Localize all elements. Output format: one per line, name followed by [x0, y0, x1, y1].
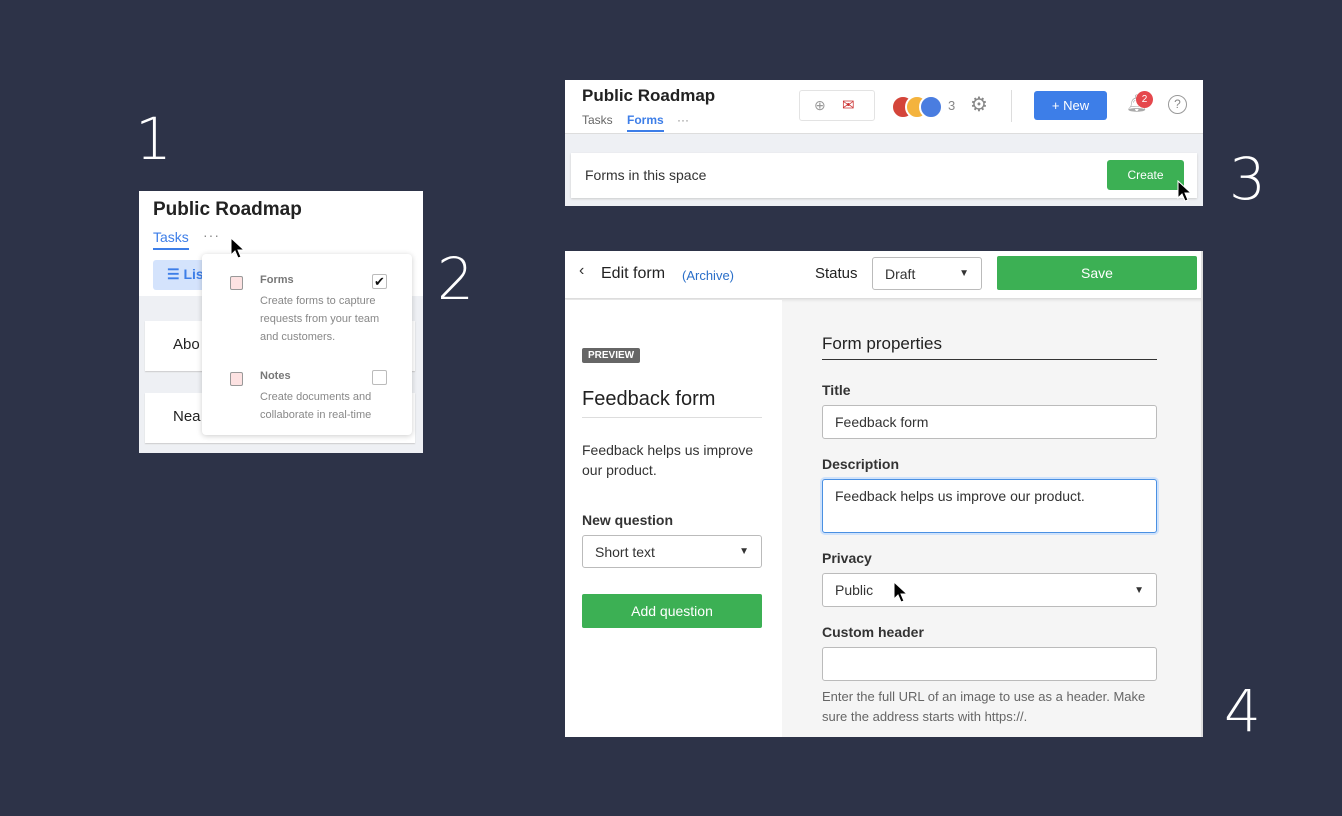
step-number-3: 3	[1229, 145, 1266, 213]
tab-forms[interactable]: Forms	[627, 113, 664, 132]
edit-form-toolbar: ‹ Edit form (Archive) Status Draft ▼ Save	[565, 251, 1201, 299]
mouse-cursor-icon	[1177, 180, 1193, 202]
new-question-label: New question	[582, 512, 674, 528]
save-button[interactable]: Save	[997, 256, 1197, 290]
menu-item-label: Forms	[260, 274, 294, 286]
panel-edit-form: ‹ Edit form (Archive) Status Draft ▼ Save…	[565, 251, 1203, 737]
title-input[interactable]: Feedback form	[822, 405, 1157, 439]
description-value: Feedback helps us improve our product.	[835, 488, 1085, 504]
preview-badge: PREVIEW	[582, 348, 641, 363]
step-number-4: 4	[1224, 677, 1261, 745]
help-icon[interactable]: ?	[1168, 95, 1187, 114]
list-label: Lis	[183, 266, 204, 282]
list-icon: ☰	[167, 266, 184, 282]
add-question-button[interactable]: Add question	[582, 594, 762, 628]
divider	[1011, 90, 1012, 122]
member-count: 3	[948, 98, 956, 113]
privacy-select[interactable]: Public ▼	[822, 573, 1157, 607]
tab-tasks[interactable]: Tasks	[582, 113, 613, 127]
avatar[interactable]	[919, 95, 943, 119]
privacy-label: Privacy	[822, 550, 872, 566]
description-label: Description	[822, 456, 900, 472]
title-label: Title	[822, 382, 851, 398]
notification-badge: 2	[1136, 91, 1153, 108]
preview-description: Feedback helps us improve our product.	[582, 442, 754, 478]
add-circle-icon[interactable]: ⊕	[814, 97, 826, 114]
forms-checkbox[interactable]: ✔	[372, 274, 387, 289]
chevron-down-icon: ▼	[959, 268, 969, 279]
create-button[interactable]: Create	[1107, 160, 1184, 190]
section-label: Forms in this space	[585, 167, 707, 183]
custom-header-help: Enter the full URL of an image to use as…	[822, 689, 1146, 724]
quick-actions: ⊕ ✉	[799, 90, 875, 121]
step-number-1: 1	[135, 105, 172, 173]
question-type-value: Short text	[595, 543, 655, 560]
archive-link[interactable]: (Archive)	[682, 268, 734, 283]
menu-item-description: Create forms to capture requests from yo…	[260, 295, 380, 343]
menu-item-label: Notes	[260, 370, 291, 382]
description-textarea[interactable]: Feedback helps us improve our product.	[822, 479, 1157, 533]
new-button[interactable]: + New	[1034, 91, 1107, 120]
mail-icon[interactable]: ✉	[842, 96, 855, 114]
more-tabs-button[interactable]: ···	[203, 227, 220, 243]
step-number-2: 2	[437, 245, 474, 313]
menu-item-description: Create documents and collaborate in real…	[260, 391, 372, 421]
status-value: Draft	[885, 265, 916, 282]
notes-checkbox[interactable]	[372, 370, 387, 385]
panel-add-app-menu: Public Roadmap Tasks ··· ☰ Lis Abo Nea F…	[139, 191, 423, 453]
clipboard-icon	[230, 276, 243, 290]
space-title: Public Roadmap	[582, 86, 716, 105]
title-value: Feedback form	[835, 414, 929, 430]
form-preview: PREVIEW Feedback form Feedback helps us …	[565, 300, 782, 737]
mouse-cursor-icon	[230, 237, 246, 259]
edit-form-title[interactable]: Edit form	[601, 265, 665, 283]
apps-dropdown: Forms Create forms to capture requests f…	[202, 254, 412, 435]
status-select[interactable]: Draft ▼	[872, 257, 982, 290]
panel-forms-space: Public Roadmap Tasks Forms ··· ⊕ ✉ 3 ⚙ +…	[565, 80, 1203, 206]
privacy-value: Public	[835, 582, 874, 598]
forms-section: Forms in this space Create	[571, 153, 1197, 198]
tab-tasks[interactable]: Tasks	[153, 229, 189, 250]
space-title: Public Roadmap	[153, 199, 302, 220]
custom-header-label: Custom header	[822, 624, 924, 640]
document-icon	[230, 372, 243, 386]
gear-icon[interactable]: ⚙	[970, 92, 988, 117]
mouse-cursor-icon	[893, 581, 909, 603]
status-label: Status	[815, 265, 858, 282]
question-type-select[interactable]: Short text ▼	[582, 535, 762, 568]
space-header: Public Roadmap Tasks Forms ··· ⊕ ✉ 3 ⚙ +…	[565, 80, 1203, 134]
chevron-down-icon: ▼	[1134, 584, 1144, 596]
chevron-down-icon: ▼	[739, 546, 749, 557]
form-properties-heading: Form properties	[822, 334, 1157, 360]
back-chevron-icon[interactable]: ‹	[579, 262, 584, 280]
custom-header-input[interactable]	[822, 647, 1157, 681]
more-tabs-button[interactable]: ···	[677, 113, 689, 127]
preview-title: Feedback form	[582, 388, 762, 418]
